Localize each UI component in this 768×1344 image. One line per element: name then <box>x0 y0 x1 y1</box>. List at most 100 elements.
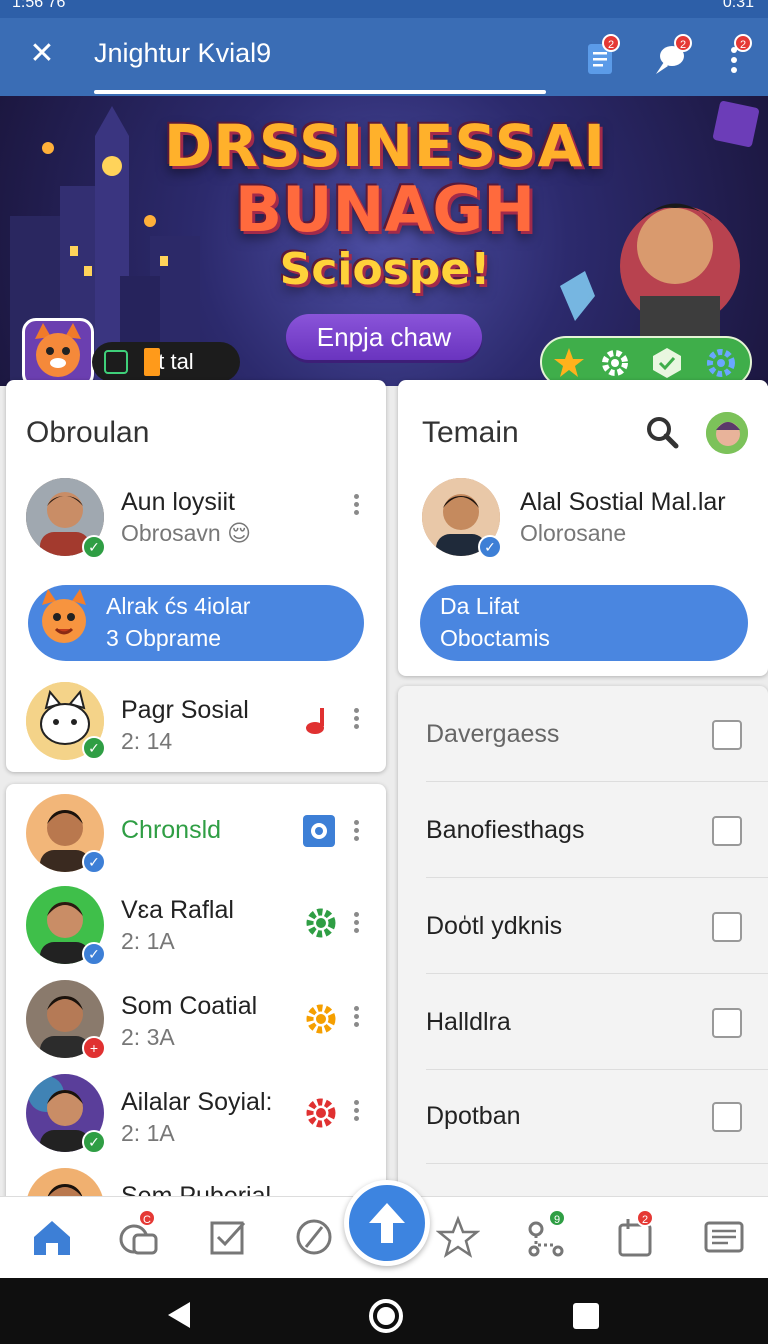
cat-mascot-icon[interactable] <box>22 318 94 386</box>
contact-status: 2: 1A <box>121 1120 175 1146</box>
checklist-label: Dpotban <box>426 1102 521 1130</box>
nav-explore[interactable] <box>292 1215 336 1259</box>
checklist-item[interactable]: Davergaess <box>426 686 768 782</box>
system-navigation <box>0 1278 768 1344</box>
pin-badge: 2 <box>674 34 692 52</box>
music-note-icon <box>306 708 324 734</box>
quick-actions-pill <box>540 336 752 386</box>
highlight-item[interactable]: Alrak ćs 4iolar 3 Obprame <box>28 585 364 661</box>
contact-name: Vɛa Raflal <box>121 896 234 924</box>
verified-check-icon: ✓ <box>82 736 106 760</box>
gear-icon <box>306 908 336 938</box>
more-badge: 2 <box>734 34 752 52</box>
right-card-title: Temain <box>422 416 519 449</box>
contact-name: Som Coatial <box>121 992 258 1020</box>
divider <box>426 1163 768 1164</box>
verified-check-icon: ✓ <box>478 535 502 559</box>
home-icon <box>34 1221 70 1255</box>
more-options-icon[interactable] <box>351 1098 361 1124</box>
nav-map[interactable]: 9 <box>524 1209 568 1259</box>
contact-status: 2: 3A <box>121 1024 175 1050</box>
verified-check-icon: ✓ <box>82 1130 106 1154</box>
battery-icon <box>144 348 160 376</box>
gear-icon <box>306 1098 336 1128</box>
checklist-item[interactable]: Doo̍tl ydknis <box>426 878 768 974</box>
tab-indicator <box>94 90 546 94</box>
search-icon <box>647 417 679 449</box>
page-title: Jnightur Kvial9 <box>94 38 272 68</box>
shield-icon[interactable] <box>650 346 684 380</box>
star-icon <box>435 1215 481 1258</box>
compass-icon <box>296 1219 332 1255</box>
add-badge-icon: + <box>82 1036 106 1060</box>
more-options-icon[interactable] <box>351 1004 361 1030</box>
contact-name: Aun loysiit <box>121 488 235 516</box>
banner-cta-button[interactable]: Enpja chaw <box>286 314 482 360</box>
contact-name: Alal Sostial Mal.lar <box>520 488 726 516</box>
highlight-sub: Oboctamis <box>440 625 550 651</box>
contact-status: Obrosavn 😌 <box>121 520 252 546</box>
checkbox[interactable] <box>712 1102 742 1132</box>
checklist-label: Halldlra <box>426 1008 511 1036</box>
settings-icon[interactable] <box>704 346 738 380</box>
recents-icon <box>573 1303 599 1329</box>
status-pill[interactable]: ot tal <box>92 342 240 382</box>
gear-icon <box>306 1004 336 1034</box>
more-button[interactable]: 2 <box>718 34 758 76</box>
checklist-item[interactable]: Dpotban <box>426 1068 768 1164</box>
nav-news[interactable] <box>702 1215 746 1259</box>
nav-favorites[interactable] <box>435 1215 481 1259</box>
document-button[interactable]: 2 <box>580 34 620 76</box>
home-button-icon <box>369 1299 403 1333</box>
chat-badge: C <box>138 1209 156 1227</box>
headline-line-2: BUNAGH <box>234 173 536 246</box>
checklist-item[interactable]: Halldlra <box>426 974 768 1070</box>
checkbox-icon <box>210 1221 246 1255</box>
more-options-icon[interactable] <box>351 910 361 936</box>
highlight-sub: 3 Obprame <box>106 625 222 651</box>
contact-status: 2: 14 <box>121 728 173 754</box>
promo-banner[interactable]: DRSSINESSAI BUNAGH Sciospe! Enpja chaw o… <box>0 96 768 386</box>
contact-name: Ailalar Soyial: <box>121 1088 273 1116</box>
camera-icon <box>303 815 335 847</box>
app-bar: ✕ Jnightur Kvial9 2 2 2 <box>0 18 768 96</box>
more-options-icon[interactable] <box>351 706 361 732</box>
headline-line-1: DRSSINESSAI <box>164 112 606 180</box>
checkbox[interactable] <box>712 912 742 942</box>
checkbox[interactable] <box>712 816 742 846</box>
more-options-icon[interactable] <box>351 492 361 518</box>
checklist-label: Davergaess <box>426 720 560 748</box>
contact-status: 2: 1A <box>121 928 175 954</box>
checkbox[interactable] <box>712 1008 742 1038</box>
more-options-icon[interactable] <box>351 818 361 844</box>
banner-headline: DRSSINESSAI BUNAGH Sciospe! <box>150 114 620 298</box>
checkbox[interactable] <box>712 720 742 750</box>
nav-tasks[interactable] <box>206 1215 250 1259</box>
gamepad-icon <box>104 350 128 374</box>
status-bar: 1:56 76 0:31 <box>0 0 768 18</box>
verified-check-icon: ✓ <box>82 535 106 559</box>
gear-icon[interactable] <box>598 346 632 380</box>
checklist-item[interactable]: Banofiesthags <box>426 782 768 878</box>
back-icon <box>168 1302 190 1328</box>
star-icon[interactable] <box>552 346 586 380</box>
document-badge: 2 <box>602 34 620 52</box>
highlight-title: Da Lifat <box>440 593 520 619</box>
left-card: Obroulan ✓ Aun loysiit Obrosavn 😌 Alrak … <box>6 380 386 772</box>
checklist-label: Doo̍tl ydknis <box>426 912 563 940</box>
nav-home[interactable] <box>30 1215 74 1259</box>
arrow-up-icon <box>369 1203 405 1243</box>
contact-name: Chronsld <box>121 816 222 844</box>
nav-calendar[interactable]: 2 <box>614 1209 658 1259</box>
close-icon[interactable]: ✕ <box>24 36 60 72</box>
map-badge: 9 <box>548 1209 566 1227</box>
nav-chat[interactable]: C <box>116 1209 160 1259</box>
calendar-badge: 2 <box>636 1209 654 1227</box>
verified-check-icon: ✓ <box>82 850 106 874</box>
pin-button[interactable]: 2 <box>650 34 692 76</box>
highlight-title: Alrak ćs 4iolar <box>106 593 251 619</box>
profile-avatar[interactable] <box>706 412 748 454</box>
news-icon <box>704 1221 744 1253</box>
highlight-item[interactable]: Da Lifat Oboctamis <box>420 585 748 661</box>
upload-fab[interactable] <box>344 1180 430 1266</box>
